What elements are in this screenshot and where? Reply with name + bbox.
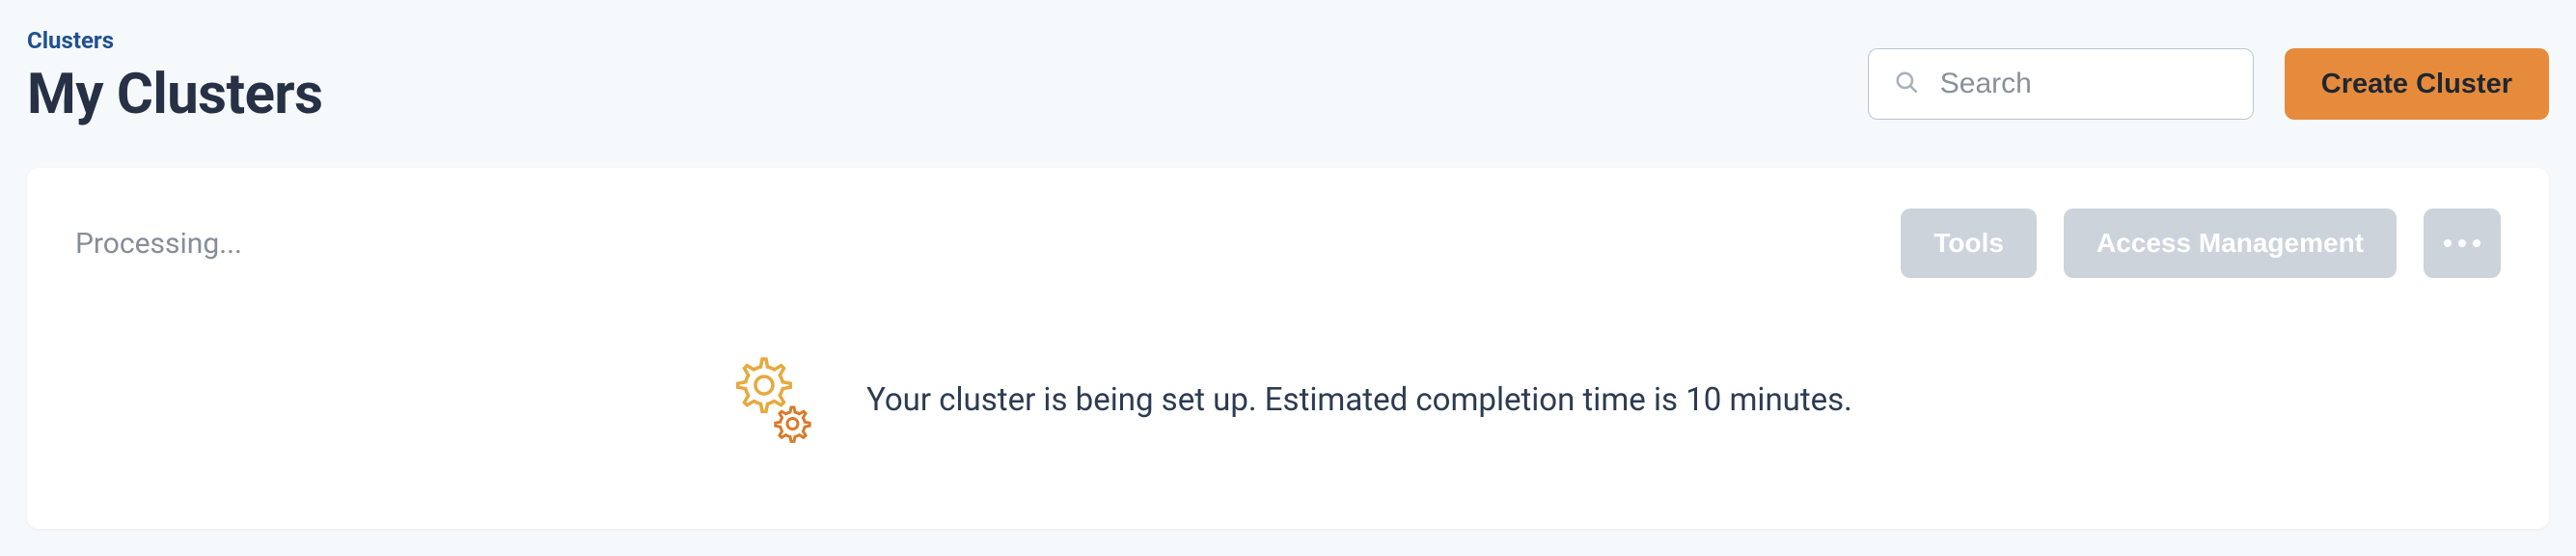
- header-actions: Create Cluster: [1868, 48, 2549, 127]
- status-message-row: Your cluster is being set up. Estimated …: [75, 351, 2501, 448]
- cluster-card: Processing... Tools Access Management: [27, 168, 2549, 529]
- tools-button[interactable]: Tools: [1901, 208, 2037, 278]
- search-box[interactable]: [1868, 48, 2254, 120]
- page-title: My Clusters: [27, 62, 322, 127]
- card-header: Processing... Tools Access Management: [75, 208, 2501, 278]
- title-block: Clusters My Clusters: [27, 27, 322, 127]
- breadcrumb[interactable]: Clusters: [27, 27, 322, 54]
- search-icon: [1894, 70, 1919, 98]
- status-message: Your cluster is being set up. Estimated …: [866, 381, 1852, 419]
- gears-icon: [724, 351, 820, 448]
- page-header: Clusters My Clusters Create Cluster: [27, 27, 2549, 127]
- create-cluster-button[interactable]: Create Cluster: [2285, 48, 2549, 120]
- ellipsis-icon: [2444, 239, 2480, 247]
- card-actions: Tools Access Management: [1901, 208, 2501, 278]
- access-management-button[interactable]: Access Management: [2064, 208, 2397, 278]
- more-button[interactable]: [2424, 208, 2501, 278]
- search-input[interactable]: [1940, 68, 2228, 100]
- cluster-status: Processing...: [75, 227, 242, 261]
